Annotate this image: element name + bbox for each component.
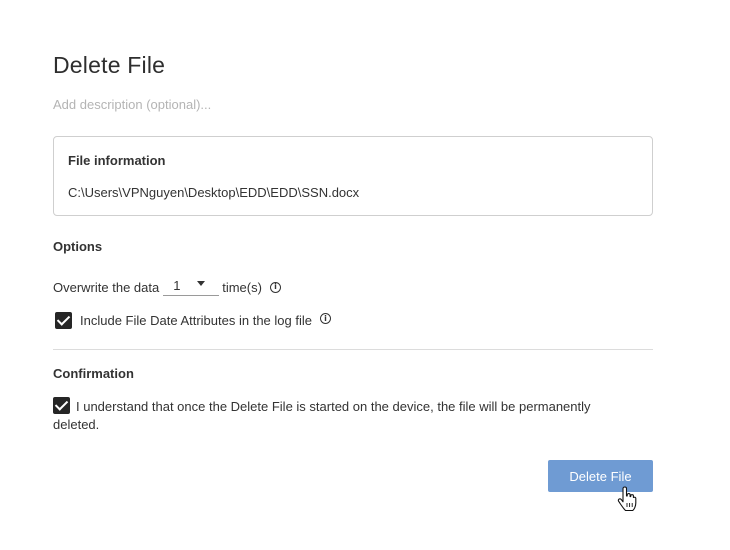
file-information-heading: File information (68, 153, 166, 168)
include-attributes-label[interactable]: Include File Date Attributes in the log … (80, 313, 312, 328)
confirmation-checkbox[interactable] (53, 397, 70, 414)
page-title: Delete File (53, 52, 166, 78)
overwrite-suffix-label: time(s) (222, 279, 262, 295)
caret-down-icon (197, 281, 206, 286)
overwrite-count-select[interactable]: 1 (163, 278, 220, 296)
overwrite-prefix-label: Overwrite the data (53, 279, 160, 295)
confirmation-heading: Confirmation (53, 366, 134, 381)
file-information-panel: File information C:\Users\VPNguyen\Deskt… (53, 136, 653, 216)
include-attributes-checkbox[interactable] (55, 312, 72, 329)
include-attributes-info-icon[interactable]: i (319, 313, 331, 324)
confirmation-row: I understand that once the Delete File i… (53, 397, 613, 434)
include-attributes-row: Include File Date Attributes in the log … (55, 312, 331, 329)
overwrite-count-value: 1 (173, 278, 181, 293)
overwrite-row: Overwrite the data 1 time(s) i (53, 276, 281, 298)
hand-pointer-icon (617, 486, 637, 512)
confirmation-label[interactable]: I understand that once the Delete File i… (53, 399, 591, 432)
delete-file-dialog: Delete File File information C:\Users\VP… (0, 0, 730, 550)
description-input[interactable] (53, 95, 453, 113)
overwrite-info-icon[interactable]: i (269, 281, 281, 293)
options-heading: Options (53, 239, 103, 254)
file-path: C:\Users\VPNguyen\Desktop\EDD\EDD\SSN.do… (68, 185, 360, 200)
delete-file-button[interactable]: Delete File (548, 460, 653, 492)
section-divider (53, 349, 653, 350)
